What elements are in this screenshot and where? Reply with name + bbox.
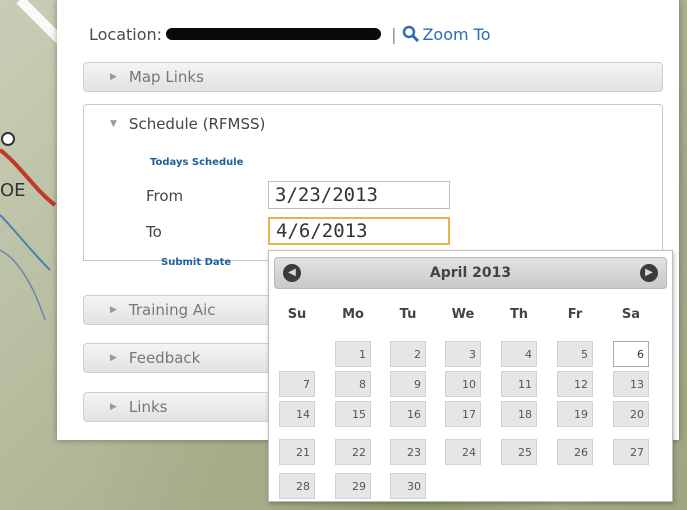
calendar-day[interactable]: 1 [335, 341, 371, 367]
weekday-header: Su [287, 307, 307, 322]
calendar-day[interactable]: 17 [445, 401, 481, 427]
calendar-day[interactable]: 26 [557, 439, 593, 465]
weekday-header: We [451, 307, 475, 322]
location-label: Location: [89, 24, 163, 44]
magnifier-icon [403, 25, 420, 43]
calendar-day[interactable]: 11 [501, 371, 537, 397]
calendar-day[interactable]: 22 [335, 439, 371, 465]
accordion-label: Schedule (RFMSS) [128, 115, 266, 133]
calendar-day-selected[interactable]: 6 [613, 341, 649, 367]
calendar-day[interactable]: 28 [279, 473, 315, 499]
calendar-day[interactable]: 8 [335, 371, 371, 397]
calendar-day[interactable]: 4 [501, 341, 537, 367]
accordion-map-links[interactable]: ▶ Map Links [83, 62, 663, 92]
triangle-down-icon: ▼ [110, 119, 117, 129]
map-circle-marker[interactable] [1, 132, 15, 146]
calendar-day[interactable]: 5 [557, 341, 593, 367]
weekday-header: Sa [621, 307, 641, 322]
triangle-right-icon: ▶ [110, 353, 117, 363]
calendar-day[interactable]: 24 [445, 439, 481, 465]
to-label: To [146, 223, 162, 241]
calendar-day[interactable]: 23 [390, 439, 426, 465]
calendar-day[interactable]: 13 [613, 371, 649, 397]
calendar-day[interactable]: 18 [501, 401, 537, 427]
datepicker-header: ◀ April 2013 ▶ [274, 257, 667, 289]
from-label: From [146, 187, 184, 205]
todays-schedule-link[interactable]: Todays Schedule [150, 157, 243, 168]
location-row: Location: | Zoom To [89, 22, 649, 46]
calendar-day[interactable]: 27 [613, 439, 649, 465]
accordion-label: Feedback [128, 349, 201, 367]
triangle-right-icon: ▶ [110, 72, 117, 82]
triangle-right-icon: ▶ [110, 305, 117, 315]
accordion-label: Map Links [128, 68, 204, 86]
weekday-header: Th [509, 307, 529, 322]
calendar-day[interactable]: 29 [335, 473, 371, 499]
calendar-day[interactable]: 10 [445, 371, 481, 397]
calendar-day[interactable]: 20 [613, 401, 649, 427]
datepicker: ◀ April 2013 ▶ Su Mo Tu We Th Fr Sa 1 2 3 4 5 6 7 8 9 10… [268, 250, 673, 502]
next-month-button[interactable]: ▶ [640, 264, 658, 282]
schedule-panel: Todays Schedule From To Submit Date [83, 143, 663, 268]
calendar-day[interactable]: 9 [390, 371, 426, 397]
calendar-day[interactable]: 2 [390, 341, 426, 367]
weekday-header: Tu [399, 307, 417, 322]
weekday-header: Mo [342, 307, 364, 322]
zoom-to-label: Zoom To [422, 24, 491, 44]
submit-date-link[interactable]: Submit Date [161, 257, 231, 268]
calendar-day[interactable]: 7 [279, 371, 315, 397]
to-date-input[interactable] [268, 217, 450, 245]
calendar-day[interactable]: 25 [501, 439, 537, 465]
accordion-schedule[interactable]: ▼ Schedule (RFMSS) [83, 104, 663, 144]
calendar-day[interactable]: 15 [335, 401, 371, 427]
map-label-fragment: OE [0, 180, 26, 201]
triangle-right-icon: ▶ [110, 402, 117, 412]
calendar-day[interactable]: 16 [390, 401, 426, 427]
datepicker-title: April 2013 [429, 265, 512, 281]
calendar-day[interactable]: 30 [390, 473, 426, 499]
calendar-day[interactable]: 19 [557, 401, 593, 427]
accordion-label: Links [128, 398, 168, 416]
calendar-day[interactable]: 21 [279, 439, 315, 465]
weekday-header: Fr [567, 307, 583, 322]
separator: | [391, 24, 397, 44]
calendar-day[interactable]: 14 [279, 401, 315, 427]
calendar-day[interactable]: 12 [557, 371, 593, 397]
calendar-day[interactable]: 3 [445, 341, 481, 367]
zoom-to-link[interactable]: Zoom To [402, 24, 491, 44]
from-date-input[interactable] [268, 181, 450, 209]
redacted-location [166, 28, 382, 40]
accordion-label: Training Aic [128, 301, 216, 319]
